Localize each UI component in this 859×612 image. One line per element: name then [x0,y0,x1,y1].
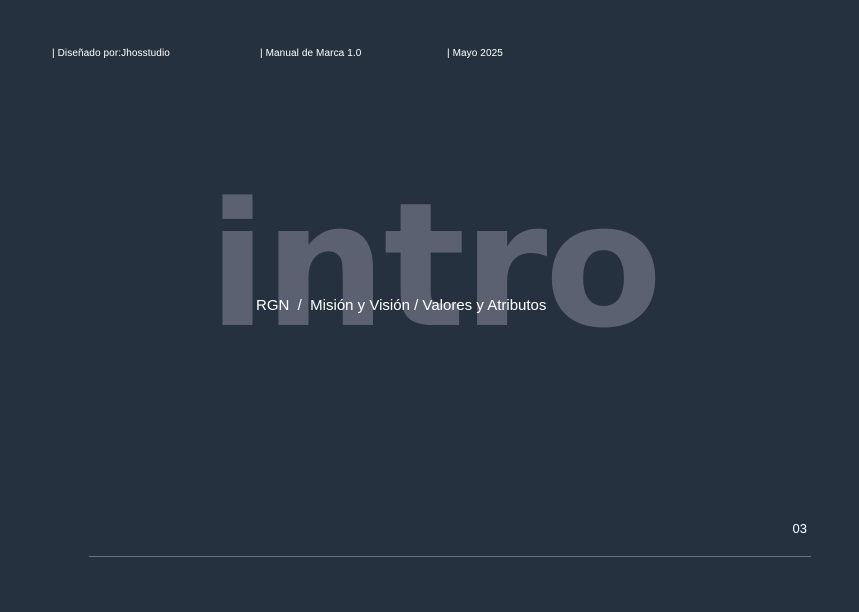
header-designer-credit: | Diseñado por:Jhosstudio [52,48,170,59]
footer-divider [89,556,811,557]
page-number: 03 [792,521,807,536]
header-manual-version: | Manual de Marca 1.0 [260,48,362,59]
hero-word: intro [208,165,663,366]
header-date: | Mayo 2025 [447,48,503,59]
section-subtitle: RGN / Misión y Visión / Valores y Atribu… [256,297,547,314]
